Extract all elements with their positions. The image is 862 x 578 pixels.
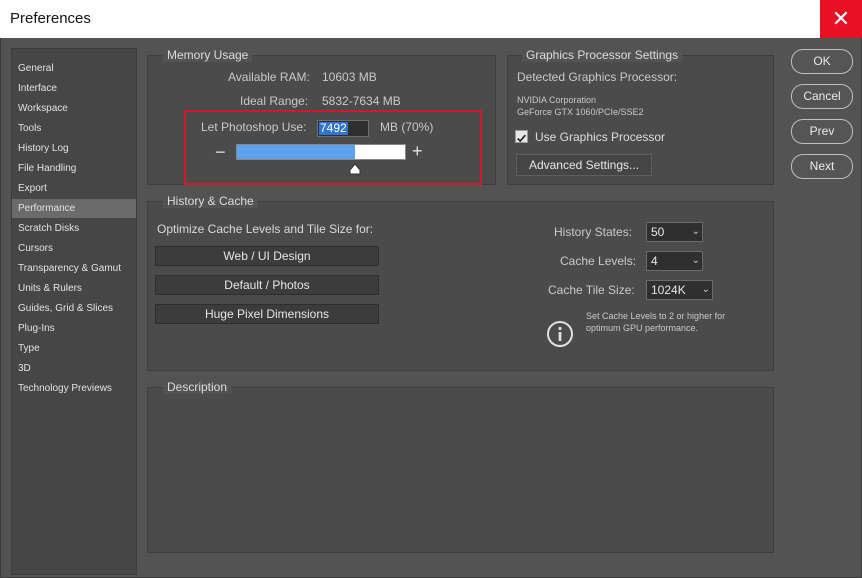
next-button[interactable]: Next [791,154,853,179]
info-text-line2: optimum GPU performance. [586,323,699,333]
default-photos-button[interactable]: Default / Photos [155,275,379,295]
history-states-label: History States: [554,225,633,239]
description-panel [147,387,774,553]
sidebar-item-performance[interactable]: Performance [12,199,136,218]
sidebar-item-export[interactable]: Export [12,179,136,198]
sidebar-item-scratch-disks[interactable]: Scratch Disks [12,219,136,238]
sidebar-item-plug-ins[interactable]: Plug-Ins [12,319,136,338]
gpu-title: Graphics Processor Settings [522,48,683,62]
use-gpu-checkbox[interactable] [515,130,528,143]
available-ram-label: Available RAM: [228,70,310,84]
cache-tile-size-label: Cache Tile Size: [548,283,635,297]
close-button[interactable]: ✕ [820,0,862,38]
ideal-range-label: Ideal Range: [240,94,309,108]
preferences-dialog: General Interface Workspace Tools Histor… [0,38,862,578]
ideal-range-value: 5832-7634 MB [322,94,401,108]
sidebar-item-guides-grid-slices[interactable]: Guides, Grid & Slices [12,299,136,318]
title-bar: Preferences ✕ [0,0,862,38]
window-title: Preferences [10,10,91,27]
memory-usage-title: Memory Usage [163,48,253,62]
sidebar-item-history-log[interactable]: History Log [12,139,136,158]
cache-levels-value: 4 [651,254,658,268]
sidebar-item-3d[interactable]: 3D [12,359,136,378]
sidebar-item-general[interactable]: General [12,59,136,78]
ok-button[interactable]: OK [791,49,853,74]
sidebar-item-workspace[interactable]: Workspace [12,99,136,118]
huge-pixel-dimensions-button[interactable]: Huge Pixel Dimensions [155,304,379,324]
chevron-down-icon: ⌄ [691,226,700,237]
cache-levels-label: Cache Levels: [560,254,637,268]
sidebar-item-file-handling[interactable]: File Handling [12,159,136,178]
history-states-value: 50 [651,225,665,239]
cancel-button[interactable]: Cancel [791,84,853,109]
sidebar-item-units-rulers[interactable]: Units & Rulers [12,279,136,298]
info-text-line1: Set Cache Levels to 2 or higher for [586,311,726,321]
sidebar-item-type[interactable]: Type [12,339,136,358]
sidebar: General Interface Workspace Tools Histor… [11,48,137,575]
gpu-vendor: NVIDIA Corporation [517,95,597,105]
info-icon [547,321,573,347]
chevron-down-icon: ⌄ [691,255,700,266]
chevron-down-icon: ⌄ [701,284,710,295]
optimize-label: Optimize Cache Levels and Tile Size for: [157,222,374,236]
history-states-select[interactable]: 50 ⌄ [646,222,703,242]
history-cache-title: History & Cache [163,194,258,208]
web-ui-design-button[interactable]: Web / UI Design [155,246,379,266]
cache-levels-select[interactable]: 4 ⌄ [646,251,703,271]
sidebar-item-tools[interactable]: Tools [12,119,136,138]
cache-tile-size-select[interactable]: 1024K ⌄ [646,280,713,300]
description-title: Description [163,380,232,394]
checkmark-icon [517,134,526,143]
gpu-model: GeForce GTX 1060/PCIe/SSE2 [517,107,644,117]
sidebar-item-cursors[interactable]: Cursors [12,239,136,258]
annotation-highlight-box [184,110,482,185]
available-ram-value: 10603 MB [322,70,377,84]
cache-tile-size-value: 1024K [651,283,686,297]
sidebar-item-transparency-gamut[interactable]: Transparency & Gamut [12,259,136,278]
detected-gpu-label: Detected Graphics Processor: [517,70,678,84]
advanced-settings-button[interactable]: Advanced Settings... [516,154,652,176]
prev-button[interactable]: Prev [791,119,853,144]
sidebar-item-technology-previews[interactable]: Technology Previews [12,379,136,398]
use-gpu-label: Use Graphics Processor [535,130,666,144]
sidebar-item-interface[interactable]: Interface [12,79,136,98]
